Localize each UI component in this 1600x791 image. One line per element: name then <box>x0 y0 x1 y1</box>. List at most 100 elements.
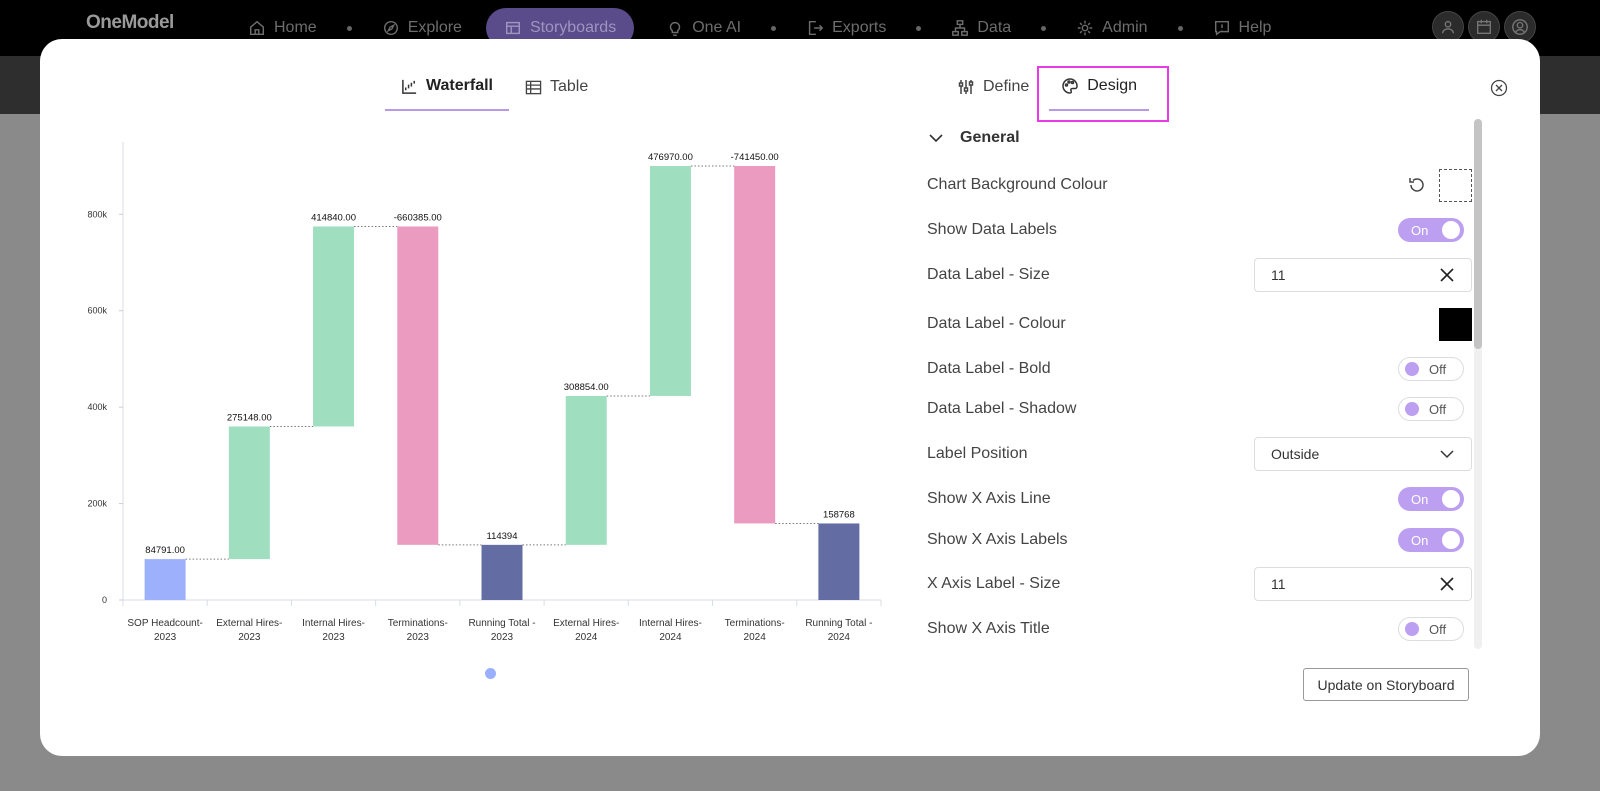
x-tick-label: External Hires- <box>216 618 282 629</box>
chart-canvas: 0 200k 400k 600k 800k 84791.00 SOP Headcount- 2… <box>87 142 882 643</box>
x-axis-label-size-input[interactable]: 11 <box>1254 567 1472 601</box>
waterfall-bar <box>397 226 439 545</box>
waterfall-bar <box>565 395 607 545</box>
label-position-select[interactable]: Outside <box>1254 437 1472 471</box>
settings-scrollbar[interactable] <box>1474 119 1482 649</box>
lightbulb-icon <box>670 21 681 36</box>
data-label: 114394 <box>487 531 518 542</box>
setting-data-label-colour: Data Label - Colour <box>927 306 1472 342</box>
toggle-text: Off <box>1429 361 1447 377</box>
setting-data-label-size: Data Label - Size 11 <box>927 257 1472 293</box>
chart-background-swatch[interactable] <box>1439 168 1472 202</box>
setting-label-position: Label Position Outside <box>927 436 1472 472</box>
x-tick-label: Running Total - <box>805 618 872 629</box>
x-tick-label: Internal Hires- <box>639 618 702 629</box>
setting-label: Show X Axis Labels <box>927 531 1068 548</box>
nav-separator <box>1177 25 1183 31</box>
waterfall-bar <box>734 166 776 524</box>
pagination-dot[interactable] <box>485 668 496 679</box>
data-label-bold-toggle[interactable]: Off <box>1398 357 1464 381</box>
show-x-axis-title-toggle[interactable]: Off <box>1398 617 1464 641</box>
export-icon <box>809 20 824 36</box>
setting-x-axis-label-size: X Axis Label - Size 11 <box>927 566 1472 602</box>
x-tick-label: 2023 <box>322 632 345 643</box>
nav-label: Admin <box>1102 19 1148 36</box>
nav-label: Data <box>977 19 1012 36</box>
section-general[interactable]: General <box>928 129 1020 147</box>
show-data-labels-toggle[interactable]: On <box>1398 218 1464 242</box>
x-tick-label: 2023 <box>238 632 261 643</box>
people-icon <box>1441 20 1455 34</box>
setting-label: Label Position <box>927 445 1028 462</box>
waterfall-bar <box>144 559 186 600</box>
field-value: 11 <box>1271 576 1286 592</box>
toggle-text: On <box>1411 532 1429 548</box>
nav-label: Home <box>274 19 317 36</box>
onemodel-logo[interactable]: OneModel <box>86 12 174 34</box>
storyboard-icon <box>505 21 520 35</box>
setting-show-data-labels: Show Data Labels On <box>927 212 1472 248</box>
nav-label: Exports <box>832 19 887 36</box>
x-tick-label: 2023 <box>491 632 514 643</box>
nav-label: Storyboards <box>529 19 617 36</box>
x-tick-label: 2023 <box>154 632 177 643</box>
nav-label: Explore <box>407 19 462 36</box>
home-icon <box>249 20 265 36</box>
x-tick-label: Internal Hires- <box>302 618 365 629</box>
toggle-text: On <box>1411 491 1429 507</box>
section-title: General <box>960 129 1020 146</box>
chart-editor-modal: Waterfall Table Define Design 0 200k 400k 6… <box>40 39 1540 756</box>
data-label: 476970.00 <box>648 152 693 163</box>
x-tick-label: External Hires- <box>553 618 619 629</box>
data-label-colour-swatch[interactable] <box>1439 307 1472 341</box>
setting-label: Data Label - Colour <box>927 315 1066 332</box>
update-on-storyboard-button[interactable]: Update on Storyboard <box>1303 668 1469 701</box>
help-chat-icon <box>1214 20 1229 36</box>
data-label: -660385.00 <box>394 212 442 223</box>
nav-separator <box>346 25 352 31</box>
close-icon[interactable] <box>1490 79 1508 97</box>
table-icon <box>525 80 542 94</box>
hierarchy-icon <box>952 20 969 36</box>
show-x-axis-labels-toggle[interactable]: On <box>1398 528 1464 552</box>
tab-define[interactable]: Define <box>945 69 1041 111</box>
nav-label: One AI <box>692 19 742 36</box>
scrollbar-thumb[interactable] <box>1474 119 1482 349</box>
data-label-size-input[interactable]: 11 <box>1254 258 1472 292</box>
setting-label: Show X Axis Title <box>927 620 1050 637</box>
y-tick-label: 200k <box>87 499 107 509</box>
toggle-text: Off <box>1429 401 1447 417</box>
tab-table[interactable]: Table <box>509 69 604 111</box>
setting-label: Show X Axis Line <box>927 490 1051 507</box>
x-tick-label: 2024 <box>828 632 851 643</box>
field-value: 11 <box>1271 267 1286 283</box>
y-tick-label: 0 <box>102 595 107 605</box>
setting-label: Show Data Labels <box>927 221 1057 238</box>
data-label: 308854.00 <box>564 382 609 393</box>
nav-label: Help <box>1238 19 1272 36</box>
design-tab-highlight <box>1037 66 1169 122</box>
setting-label: Data Label - Size <box>927 266 1050 283</box>
show-x-axis-line-toggle[interactable]: On <box>1398 487 1464 511</box>
gear-icon <box>1077 20 1093 36</box>
clear-icon[interactable] <box>1439 576 1455 592</box>
x-tick-label: 2023 <box>407 632 430 643</box>
waterfall-chart: 0 200k 400k 600k 800k 84791.00 SOP Headcount- 2… <box>80 134 910 674</box>
setting-label: Data Label - Bold <box>927 360 1051 377</box>
clear-icon[interactable] <box>1439 267 1455 283</box>
setting-data-label-bold: Data Label - Bold Off <box>927 351 1472 387</box>
data-label: 84791.00 <box>145 545 185 556</box>
data-label-shadow-toggle[interactable]: Off <box>1398 397 1464 421</box>
view-tabs: Waterfall Table <box>385 69 604 111</box>
y-tick-label: 400k <box>87 402 107 412</box>
setting-show-x-axis-labels: Show X Axis Labels On <box>927 522 1472 558</box>
toggle-text: Off <box>1429 621 1447 637</box>
tab-label: Table <box>549 78 589 95</box>
waterfall-chart-icon <box>402 79 417 94</box>
tab-waterfall[interactable]: Waterfall <box>385 69 509 111</box>
setting-data-label-shadow: Data Label - Shadow Off <box>927 391 1472 427</box>
data-label: 275148.00 <box>227 412 272 423</box>
x-tick-label: SOP Headcount- <box>127 618 202 629</box>
waterfall-bar <box>481 544 523 600</box>
reset-icon[interactable] <box>1407 175 1427 195</box>
